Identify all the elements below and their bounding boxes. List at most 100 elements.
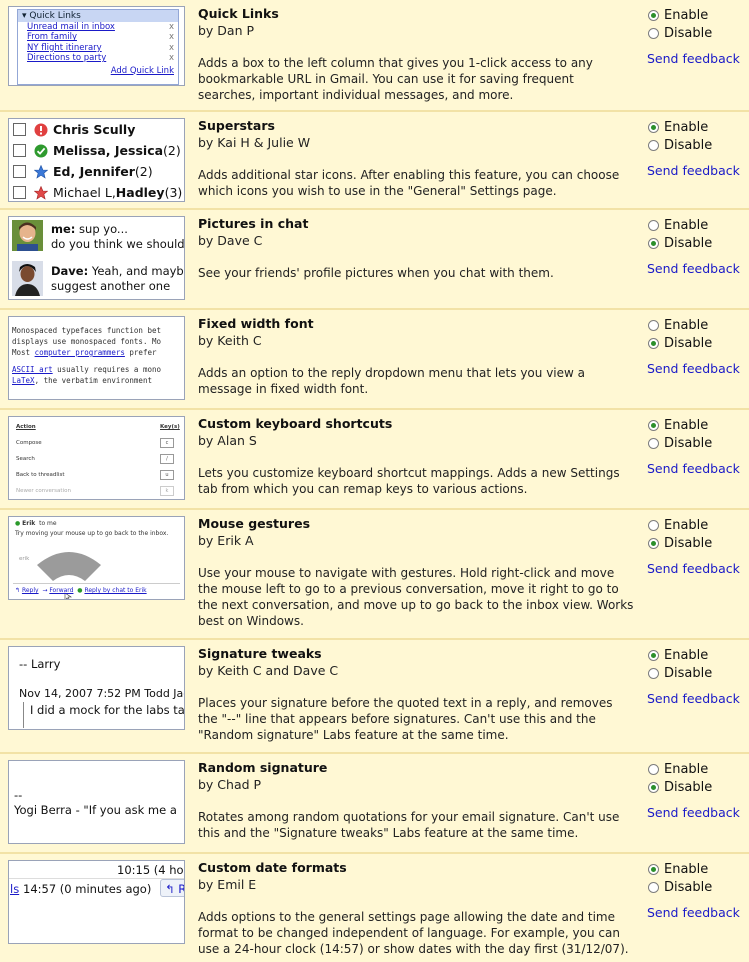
- add-quick-link: Add Quick Link: [110, 65, 174, 76]
- enable-radio[interactable]: [648, 219, 659, 231]
- lab-row-custom-keyboard-shortcuts: Action Key(s) Compose c Search / Back to…: [0, 410, 749, 510]
- enable-radio[interactable]: [648, 319, 659, 331]
- send-feedback-link[interactable]: Send feedback: [647, 561, 740, 576]
- disable-option[interactable]: Disable: [648, 334, 712, 352]
- quick-link-item: NY flight itinerary x: [27, 42, 174, 53]
- shortcut-action: Compose: [16, 440, 42, 446]
- enable-radio[interactable]: [648, 121, 659, 133]
- message-actions: ↰ Reply → Forward ● Reply by chat to Eri…: [15, 587, 147, 594]
- lab-author: by Keith C and Dave C: [198, 663, 339, 678]
- friend-avatar-icon: [12, 220, 43, 251]
- enable-radio[interactable]: [648, 419, 659, 431]
- lab-author: by Alan S: [198, 433, 257, 448]
- lab-row-random-signature: -- Yogi Berra - "If you ask me a Random …: [0, 754, 749, 854]
- enable-radio[interactable]: [648, 519, 659, 531]
- lab-description: Use your mouse to navigate with gestures…: [198, 566, 634, 628]
- disable-radio[interactable]: [648, 781, 659, 793]
- chat-message-line: suggest another one: [51, 279, 171, 293]
- lab-row-superstars: Chris Scully Melissa, Jessica (2) Ed, Je…: [0, 112, 749, 210]
- chat-message: me: sup yo...: [51, 222, 128, 236]
- shortcut-key-field: c: [160, 438, 174, 448]
- lab-title: Fixed width font: [198, 316, 314, 331]
- disable-option[interactable]: Disable: [648, 778, 712, 796]
- message-body: Try moving your mouse up to go back to t…: [15, 530, 169, 537]
- enable-radio[interactable]: [648, 9, 659, 21]
- send-feedback-link[interactable]: Send feedback: [647, 805, 740, 820]
- thread-row: Chris Scully: [9, 119, 184, 140]
- enable-option[interactable]: Enable: [648, 6, 712, 24]
- shortcut-action: Newer conversation: [16, 488, 71, 494]
- disable-radio[interactable]: [648, 337, 659, 349]
- send-feedback-link[interactable]: Send feedback: [647, 691, 740, 706]
- disable-radio[interactable]: [648, 437, 659, 449]
- lab-description: Places your signature before the quoted …: [198, 696, 613, 742]
- lab-row-custom-date-formats: 10:15 (4 hou ls 14:57 (0 minutes ago) ↰ …: [0, 854, 749, 962]
- enable-option[interactable]: Enable: [648, 760, 712, 778]
- send-feedback-link[interactable]: Send feedback: [647, 163, 740, 178]
- disable-radio[interactable]: [648, 27, 659, 39]
- column-header-action: Action: [16, 424, 36, 430]
- disable-option[interactable]: Disable: [648, 534, 712, 552]
- sample-line: ASCII art usually requires a mono: [12, 365, 162, 374]
- quick-link-item: From family x: [27, 32, 174, 43]
- disable-option[interactable]: Disable: [648, 878, 712, 896]
- date-value: 14:57 (0 minutes ago): [23, 882, 152, 896]
- sender-line: ● Erik to me: [15, 520, 57, 527]
- lab-row-pictures-in-chat: me: sup yo... do you think we should Dav…: [0, 210, 749, 310]
- lab-thumbnail: ● Erik to me Try moving your mouse up to…: [8, 516, 185, 600]
- enable-radio[interactable]: [648, 863, 659, 875]
- disable-option[interactable]: Disable: [648, 234, 712, 252]
- lab-author: by Keith C: [198, 333, 262, 348]
- link-fragment: ls: [10, 882, 20, 896]
- send-feedback-link[interactable]: Send feedback: [647, 461, 740, 476]
- thread-row: Melissa, Jessica (2): [9, 140, 184, 161]
- enable-option[interactable]: Enable: [648, 416, 712, 434]
- enable-option[interactable]: Enable: [648, 516, 712, 534]
- quick-links-header: ▾ Quick Links: [18, 10, 178, 22]
- remove-icon: x: [168, 32, 174, 43]
- enable-option[interactable]: Enable: [648, 118, 712, 136]
- lab-thumbnail: 10:15 (4 hou ls 14:57 (0 minutes ago) ↰ …: [8, 860, 185, 944]
- chat-message: Dave: Yeah, and maybe: [51, 264, 185, 278]
- disable-radio[interactable]: [648, 537, 659, 549]
- lab-thumbnail: -- Yogi Berra - "If you ask me a: [8, 760, 185, 844]
- enable-disable-group: Enable Disable: [648, 118, 712, 154]
- enable-disable-group: Enable Disable: [648, 316, 712, 352]
- quick-links-box: ▾ Quick Links Unread mail in inbox x From…: [17, 9, 179, 85]
- enable-option[interactable]: Enable: [648, 860, 712, 878]
- lab-description: Adds an option to the reply dropdown men…: [198, 366, 585, 396]
- quick-link-item: Directions to party x: [27, 53, 174, 64]
- sample-line: displays use monospaced fonts. Mo: [12, 337, 162, 346]
- send-feedback-link[interactable]: Send feedback: [647, 51, 740, 66]
- disable-radio[interactable]: [648, 237, 659, 249]
- disable-option[interactable]: Disable: [648, 434, 712, 452]
- enable-option[interactable]: Enable: [648, 216, 712, 234]
- lab-description: Lets you customize keyboard shortcut map…: [198, 466, 620, 496]
- enable-radio[interactable]: [648, 649, 659, 661]
- send-feedback-link[interactable]: Send feedback: [647, 905, 740, 920]
- lab-author: by Dan P: [198, 23, 255, 38]
- disable-radio[interactable]: [648, 139, 659, 151]
- lab-title: Custom keyboard shortcuts: [198, 416, 393, 431]
- lab-row-mouse-gestures: ● Erik to me Try moving your mouse up to…: [0, 510, 749, 640]
- lab-row-signature-tweaks: -- Larry Nov 14, 2007 7:52 PM Todd Jac I…: [0, 640, 749, 754]
- enable-option[interactable]: Enable: [648, 646, 712, 664]
- lab-thumbnail: me: sup yo... do you think we should Dav…: [8, 216, 185, 300]
- disable-option[interactable]: Disable: [648, 24, 712, 42]
- enable-option[interactable]: Enable: [648, 316, 712, 334]
- enable-disable-group: Enable Disable: [648, 416, 712, 452]
- enable-radio[interactable]: [648, 763, 659, 775]
- lab-thumbnail: Action Key(s) Compose c Search / Back to…: [8, 416, 185, 500]
- enable-disable-group: Enable Disable: [648, 6, 712, 42]
- send-feedback-link[interactable]: Send feedback: [647, 261, 740, 276]
- random-quote: Yogi Berra - "If you ask me a: [14, 803, 177, 817]
- disable-option[interactable]: Disable: [648, 136, 712, 154]
- disable-radio[interactable]: [648, 881, 659, 893]
- disable-radio[interactable]: [648, 667, 659, 679]
- lab-title: Random signature: [198, 760, 328, 775]
- shortcut-key-field: u: [160, 470, 174, 480]
- disable-option[interactable]: Disable: [648, 664, 712, 682]
- enable-disable-group: Enable Disable: [648, 646, 712, 682]
- send-feedback-link[interactable]: Send feedback: [647, 361, 740, 376]
- checkbox-icon: [13, 165, 26, 178]
